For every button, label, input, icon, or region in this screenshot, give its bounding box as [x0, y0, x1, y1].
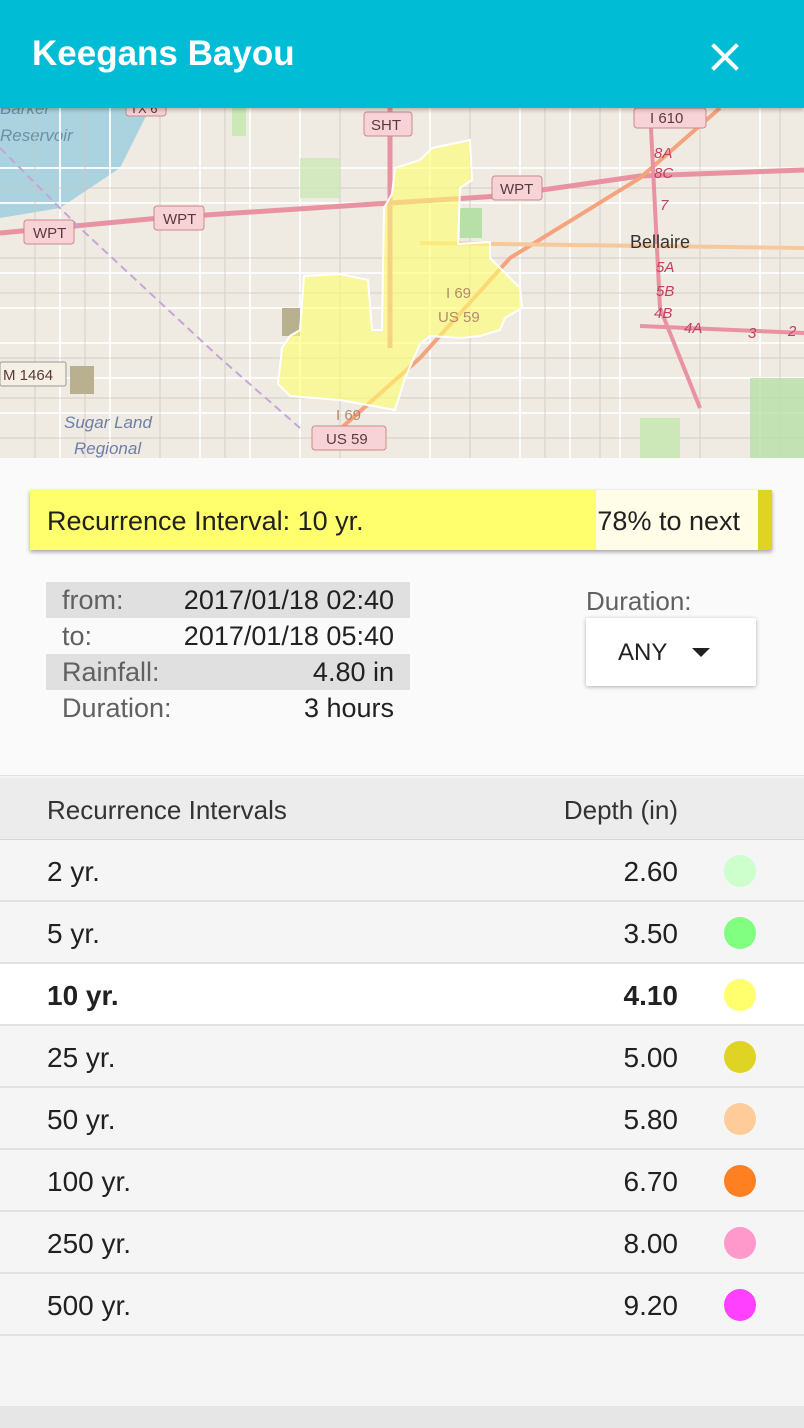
event-details: from: 2017/01/18 02:40 to: 2017/01/18 05… — [46, 582, 410, 726]
page-title: Keegans Bayou — [32, 34, 295, 73]
event-duration-value: 3 hours — [303, 693, 394, 723]
table-row[interactable]: 250 yr. 8.00 — [0, 1212, 804, 1274]
map-label-sht: SHT — [371, 117, 401, 134]
row-interval: 100 yr. — [47, 1166, 132, 1197]
map-label-regional: Regional — [74, 439, 142, 458]
table-body: 2 yr. 2.60 5 yr. 3.50 10 yr. 4.10 25 yr. 5.00 50… — [0, 840, 804, 1336]
row-interval: 5 yr. — [47, 918, 100, 949]
row-interval: 250 yr. — [47, 1228, 132, 1259]
event-to-row: to: 2017/01/18 05:40 — [46, 618, 410, 654]
map-exit-5b: 5B — [656, 283, 674, 300]
map-label-us59-top: US 59 — [438, 309, 480, 326]
row-depth: 9.20 — [623, 1290, 679, 1321]
app-bar: Keegans Bayou — [0, 0, 804, 108]
recurrence-next-label: 78% to next — [597, 506, 740, 536]
row-depth: 5.80 — [623, 1104, 679, 1135]
event-from-label: from: — [62, 585, 124, 615]
row-depth: 6.70 — [623, 1166, 679, 1197]
legend-color-dot — [724, 855, 756, 887]
row-interval: 50 yr. — [47, 1104, 116, 1135]
duration-select[interactable]: ANY — [586, 618, 756, 686]
map-label-wpt-3: WPT — [500, 181, 533, 198]
map-label-i69-top: I 69 — [446, 285, 471, 302]
map-label-wpt-2: WPT — [163, 211, 196, 228]
column-header-interval: Recurrence Intervals — [47, 795, 287, 825]
recurrence-progress-bar: Recurrence Interval: 10 yr. 78% to next — [30, 490, 772, 550]
event-rainfall-value: 4.80 in — [312, 657, 394, 687]
map-label-bellaire: Bellaire — [630, 232, 690, 252]
event-duration-label: Duration: — [62, 693, 172, 723]
row-interval: 25 yr. — [47, 1042, 116, 1073]
duration-selected-value: ANY — [618, 639, 668, 666]
map-exit-8a: 8A — [654, 145, 672, 162]
map-exit-5a: 5A — [656, 259, 674, 276]
dropdown-caret-icon — [692, 648, 710, 657]
table-row[interactable]: 50 yr. 5.80 — [0, 1088, 804, 1150]
map-exit-4a: 4A — [684, 320, 702, 337]
map-label-i69-bottom: I 69 — [336, 407, 361, 424]
map-exit-8c: 8C — [654, 165, 673, 182]
row-interval: 2 yr. — [47, 856, 100, 887]
legend-color-dot — [724, 1165, 756, 1197]
summary-panel: Recurrence Interval: 10 yr. 78% to next … — [0, 458, 804, 776]
row-depth: 5.00 — [623, 1042, 679, 1073]
row-depth: 3.50 — [623, 918, 679, 949]
close-button[interactable] — [702, 34, 748, 80]
map-label-us59-bottom: US 59 — [326, 431, 368, 448]
map-label-fm1464: M 1464 — [3, 367, 53, 384]
duration-filter-label: Duration: — [586, 586, 692, 616]
recurrence-interval-label: Recurrence Interval: 10 yr. — [47, 506, 364, 536]
map-exit-2: 2 — [787, 323, 797, 340]
event-to-label: to: — [62, 621, 93, 651]
table-row[interactable]: 500 yr. 9.20 — [0, 1274, 804, 1336]
map-label-reservoir: Reservoir — [0, 126, 74, 145]
bottom-edge — [0, 1406, 804, 1428]
event-to-value: 2017/01/18 05:40 — [183, 621, 394, 651]
map-label-i610: I 610 — [650, 110, 683, 127]
legend-color-dot — [724, 1289, 756, 1321]
map-label-barker: Barker — [0, 108, 51, 118]
row-depth: 2.60 — [623, 856, 679, 887]
map-label-wpt-1: WPT — [33, 225, 66, 242]
legend-color-dot — [724, 917, 756, 949]
event-from-value: 2017/01/18 02:40 — [183, 585, 394, 615]
table-row[interactable]: 2 yr. 2.60 — [0, 840, 804, 902]
map-exit-7: 7 — [660, 197, 669, 214]
legend-color-dot — [724, 1227, 756, 1259]
map-exit-3: 3 — [748, 325, 757, 342]
map-label-sugar-land: Sugar Land — [64, 413, 152, 432]
row-interval: 500 yr. — [47, 1290, 132, 1321]
column-header-depth: Depth (in) — [563, 795, 678, 825]
row-interval: 10 yr. — [47, 980, 119, 1011]
map-exit-4b: 4B — [654, 305, 672, 322]
table-row[interactable]: 5 yr. 3.50 — [0, 902, 804, 964]
watershed-map[interactable]: Barker Reservoir WPT WPT WPT SHT I 610 T… — [0, 108, 804, 458]
recurrence-table: Recurrence Intervals Depth (in) 2 yr. 2.6… — [0, 778, 804, 1336]
map-label-tx6: TX 6 — [130, 108, 157, 116]
legend-color-dot — [724, 979, 756, 1011]
row-depth: 4.10 — [623, 980, 679, 1011]
row-depth: 8.00 — [623, 1228, 679, 1259]
recurrence-next-marker — [758, 490, 772, 550]
event-rainfall-row: Rainfall: 4.80 in — [46, 654, 410, 690]
table-row[interactable]: 10 yr. 4.10 — [0, 964, 804, 1026]
close-icon — [711, 43, 739, 71]
table-header: Recurrence Intervals Depth (in) — [0, 778, 804, 840]
table-row[interactable]: 100 yr. 6.70 — [0, 1150, 804, 1212]
event-rainfall-label: Rainfall: — [62, 657, 160, 687]
table-row[interactable]: 25 yr. 5.00 — [0, 1026, 804, 1088]
event-duration-row: Duration: 3 hours — [46, 690, 410, 726]
event-from-row: from: 2017/01/18 02:40 — [46, 582, 410, 618]
legend-color-dot — [724, 1103, 756, 1135]
legend-color-dot — [724, 1041, 756, 1073]
